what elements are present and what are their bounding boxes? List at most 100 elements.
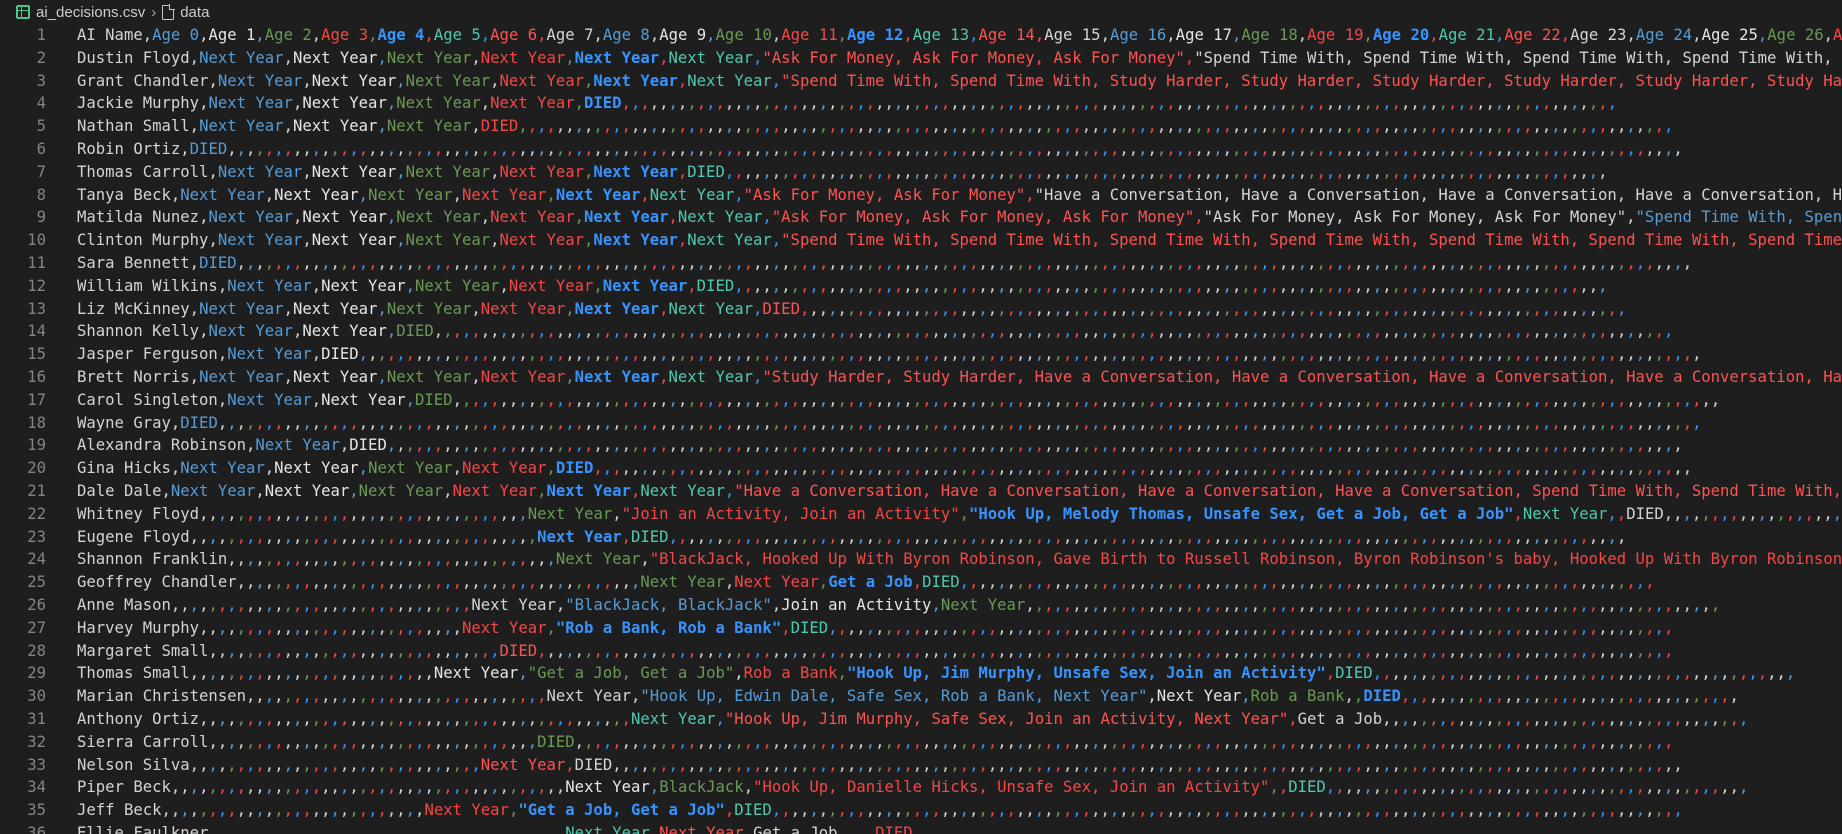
code-line[interactable]: 13 Liz McKinney,Next Year,Next Year,Next …: [0, 298, 1842, 321]
code-line[interactable]: 6 Robin Ortiz,DIED,,,,,,,,,,,,,,,,,,,,,,,…: [0, 138, 1842, 161]
code-line[interactable]: 2 Dustin Floyd,Next Year,Next Year,Next Y…: [0, 47, 1842, 70]
line-number: 29: [27, 664, 46, 683]
code-line[interactable]: 14 Shannon Kelly,Next Year,Next Year,DIED…: [0, 320, 1842, 343]
line-number: 4: [36, 94, 46, 113]
code-line[interactable]: 8 Tanya Beck,Next Year,Next Year,Next Yea…: [0, 184, 1842, 207]
line-content: Brett Norris,Next Year,Next Year,Next Ye…: [77, 367, 1842, 386]
code-line[interactable]: 34 Piper Beck,,,,,,,,,,,,,,,,,,,,,,,,,,,,…: [0, 776, 1842, 799]
line-content: Gina Hicks,Next Year,Next Year,Next Year…: [77, 459, 1693, 478]
line-number: 25: [27, 573, 46, 592]
line-number: 19: [27, 436, 46, 455]
code-line[interactable]: 4 Jackie Murphy,Next Year,Next Year,Next …: [0, 92, 1842, 115]
code-line[interactable]: 32 Sierra Carroll,,,,,,,,,,,,,,,,,,,,,,,,…: [0, 731, 1842, 754]
code-line[interactable]: 36 Ellie Faulkner,,,,,,,,,,,,,,,,,,,,,,,,…: [0, 822, 1842, 834]
code-line[interactable]: 5 Nathan Small,Next Year,Next Year,Next Y…: [0, 115, 1842, 138]
code-line[interactable]: 11 Sara Bennett,DIED,,,,,,,,,,,,,,,,,,,,,…: [0, 252, 1842, 275]
code-line[interactable]: 33 Nelson Silva,,,,,,,,,,,,,,,,,,,,,,,,,,…: [0, 754, 1842, 777]
line-number: 1: [36, 26, 46, 44]
line-content: Clinton Murphy,Next Year,Next Year,Next …: [77, 231, 1842, 250]
code-line[interactable]: 12 William Wilkins,Next Year,Next Year,Ne…: [0, 275, 1842, 298]
line-content: Grant Chandler,Next Year,Next Year,Next …: [77, 71, 1842, 90]
line-number: 31: [27, 709, 46, 728]
code-line[interactable]: 3 Grant Chandler,Next Year,Next Year,Next…: [0, 70, 1842, 93]
line-content: Margaret Small,,,,,,,,,,,,,,,,,,,,,,,,,,…: [77, 641, 1674, 660]
file-icon: [162, 3, 176, 20]
line-content: Wayne Gray,DIED,,,,,,,,,,,,,,,,,,,,,,,,,…: [77, 413, 1702, 432]
line-number: 20: [27, 459, 46, 478]
line-content: Dustin Floyd,Next Year,Next Year,Next Ye…: [77, 48, 1842, 67]
line-number: 33: [27, 755, 46, 774]
line-number: 22: [27, 504, 46, 523]
line-content: Sierra Carroll,,,,,,,,,,,,,,,,,,,,,,,,,,…: [77, 732, 1674, 751]
code-line[interactable]: 15 Jasper Ferguson,Next Year,DIED,,,,,,,,…: [0, 343, 1842, 366]
code-line[interactable]: 27 Harvey Murphy,,,,,,,,,,,,,,,,,,,,,,,,,…: [0, 617, 1842, 640]
line-content: Sara Bennett,DIED,,,,,,,,,,,,,,,,,,,,,,,…: [77, 253, 1693, 272]
line-content: Shannon Kelly,Next Year,Next Year,DIED,,…: [77, 322, 1674, 341]
line-content: Liz McKinney,Next Year,Next Year,Next Ye…: [77, 299, 1627, 318]
line-number: 36: [27, 823, 46, 834]
line-number: 9: [36, 208, 46, 227]
code-line[interactable]: 28 Margaret Small,,,,,,,,,,,,,,,,,,,,,,,,…: [0, 640, 1842, 663]
line-content: Piper Beck,,,,,,,,,,,,,,,,,,,,,,,,,,,,,,…: [77, 778, 1749, 797]
line-number: 5: [36, 117, 46, 136]
line-number: 26: [27, 595, 46, 614]
line-number: 18: [27, 413, 46, 432]
line-number: 7: [36, 162, 46, 181]
line-content: William Wilkins,Next Year,Next Year,Next…: [77, 276, 1608, 295]
code-line[interactable]: 26 Anne Mason,,,,,,,,,,,,,,,,,,,,,,,,,,,,…: [0, 594, 1842, 617]
code-line[interactable]: 18 Wayne Gray,DIED,,,,,,,,,,,,,,,,,,,,,,,…: [0, 412, 1842, 435]
code-line[interactable]: 10 Clinton Murphy,Next Year,Next Year,Nex…: [0, 229, 1842, 252]
breadcrumb-section[interactable]: data: [180, 4, 209, 21]
line-content: Carol Singleton,Next Year,Next Year,DIED…: [77, 390, 1721, 409]
code-line[interactable]: 30 Marian Christensen,,,,,,,,,,,,,,,,,,,,…: [0, 685, 1842, 708]
line-content: Tanya Beck,Next Year,Next Year,Next Year…: [77, 185, 1842, 204]
line-content: Jasper Ferguson,Next Year,DIED,,,,,,,,,,…: [77, 345, 1702, 364]
code-line[interactable]: 20 Gina Hicks,Next Year,Next Year,Next Ye…: [0, 457, 1842, 480]
breadcrumb-file[interactable]: ai_decisions.csv: [36, 4, 145, 21]
code-line[interactable]: 1 AI Name,Age 0,Age 1,Age 2,Age 3,Age 4,A…: [0, 24, 1842, 47]
line-content: Geoffrey Chandler,,,,,,,,,,,,,,,,,,,,,,,…: [77, 573, 1655, 592]
line-content: Thomas Small,,,,,,,,,,,,,,,,,,,,,,,,,,Ne…: [77, 664, 1796, 683]
line-number: 2: [36, 48, 46, 67]
line-content: Eugene Floyd,,,,,,,,,,,,,,,,,,,,,,,,,,,,…: [77, 527, 1627, 546]
line-number: 23: [27, 527, 46, 546]
code-line[interactable]: 31 Anthony Ortiz,,,,,,,,,,,,,,,,,,,,,,,,,…: [0, 708, 1842, 731]
line-number: 15: [27, 345, 46, 364]
code-line[interactable]: 19 Alexandra Robinson,Next Year,DIED,,,,,…: [0, 434, 1842, 457]
code-line[interactable]: 29 Thomas Small,,,,,,,,,,,,,,,,,,,,,,,,,,…: [0, 662, 1842, 685]
code-line[interactable]: 17 Carol Singleton,Next Year,Next Year,DI…: [0, 389, 1842, 412]
code-line[interactable]: 7 Thomas Carroll,Next Year,Next Year,Next…: [0, 161, 1842, 184]
code-line[interactable]: 16 Brett Norris,Next Year,Next Year,Next …: [0, 366, 1842, 389]
line-number: 13: [27, 299, 46, 318]
line-number: 27: [27, 618, 46, 637]
line-content: Shannon Franklin,,,,,,,,,,,,,,,,,,,,,,,,…: [77, 550, 1842, 569]
line-number: 16: [27, 367, 46, 386]
code-line[interactable]: 21 Dale Dale,Next Year,Next Year,Next Yea…: [0, 480, 1842, 503]
breadcrumb: ai_decisions.csv › data: [0, 0, 1842, 24]
code-line[interactable]: 9 Matilda Nunez,Next Year,Next Year,Next …: [0, 206, 1842, 229]
line-number: 8: [36, 185, 46, 204]
line-content: Anne Mason,,,,,,,,,,,,,,,,,,,,,,,,,,,,,,…: [77, 595, 1721, 614]
line-number: 17: [27, 390, 46, 409]
line-number: 24: [27, 550, 46, 569]
line-content: Matilda Nunez,Next Year,Next Year,Next Y…: [77, 208, 1842, 227]
code-line[interactable]: 24 Shannon Franklin,,,,,,,,,,,,,,,,,,,,,,…: [0, 548, 1842, 571]
line-number: 30: [27, 687, 46, 706]
code-line[interactable]: 35 Jeff Beck,,,,,,,,,,,,,,,,,,,,,,,,,,,,N…: [0, 799, 1842, 822]
line-number: 32: [27, 732, 46, 751]
line-content: Alexandra Robinson,Next Year,DIED,,,,,,,…: [77, 436, 1683, 455]
line-content: Marian Christensen,,,,,,,,,,,,,,,,,,,,,,…: [77, 687, 1739, 706]
csv-file-icon: [16, 5, 30, 19]
line-content: Anthony Ortiz,,,,,,,,,,,,,,,,,,,,,,,,,,,…: [77, 709, 1749, 728]
line-content: Dale Dale,Next Year,Next Year,Next Year,…: [77, 481, 1842, 500]
code-line[interactable]: 25 Geoffrey Chandler,,,,,,,,,,,,,,,,,,,,,…: [0, 571, 1842, 594]
line-number: 12: [27, 276, 46, 295]
line-number: 34: [27, 778, 46, 797]
code-editor[interactable]: 1 AI Name,Age 0,Age 1,Age 2,Age 3,Age 4,A…: [0, 24, 1842, 834]
code-line[interactable]: 23 Eugene Floyd,,,,,,,,,,,,,,,,,,,,,,,,,,…: [0, 526, 1842, 549]
line-content: Whitney Floyd,,,,,,,,,,,,,,,,,,,,,,,,,,,…: [77, 504, 1842, 523]
line-content: Jackie Murphy,Next Year,Next Year,Next Y…: [77, 94, 1617, 113]
line-number: 21: [27, 481, 46, 500]
code-line[interactable]: 22 Whitney Floyd,,,,,,,,,,,,,,,,,,,,,,,,,…: [0, 503, 1842, 526]
line-number: 3: [36, 71, 46, 90]
